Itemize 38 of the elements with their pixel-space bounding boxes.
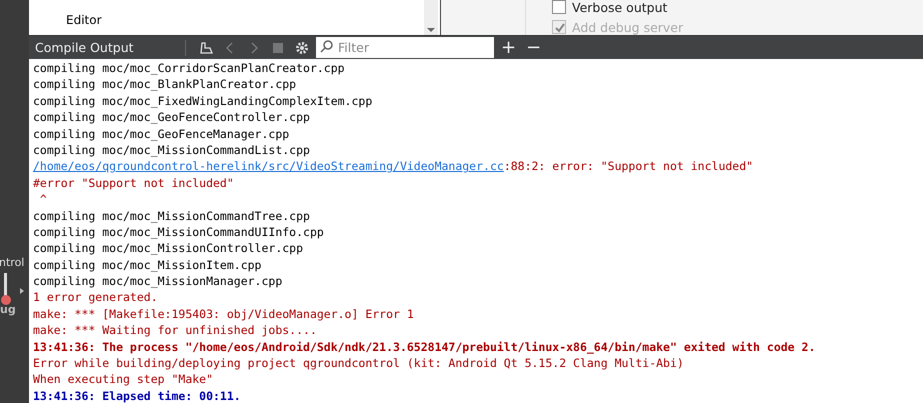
output-line: #error "Support not included" [33,174,235,192]
output-line: 13:41:36: Elapsed time: 00:11. [33,388,242,403]
output-line: compiling moc/moc_CorridorScanPlanCreator.cpp [33,60,346,76]
output-line: make: *** [Makefile:195403: obj/VideoManager.o] Error 1 [33,306,415,322]
panel-label: ntrol [0,256,26,269]
output-line: compiling moc/moc_BlankPlanCreator.cpp [33,76,298,93]
toolbar-button[interactable]: − [523,38,544,56]
output-line: compiling moc/moc_GeoFenceManager.cpp [33,126,290,142]
output-line: compiling moc/moc_MissionManager.cpp [33,273,284,290]
output-line: compiling moc/moc_MissionCommandTree.cpp [33,208,311,224]
output-line: When executing step "Make" [33,371,214,388]
pane-title: Compile Output [34,40,135,55]
output-line: compiling moc/moc_GeoFenceController.cpp [33,109,311,126]
output-line: make: *** Waiting for unfinished jobs.... [33,322,318,339]
toolbar-button[interactable]: + [498,38,520,56]
option-label: Verbose output [572,0,668,14]
option-label: Add debug server [572,20,684,34]
output-line: compiling moc/moc_MissionCommandUIInfo.cpp [33,224,325,240]
tree-item[interactable]: Editor [66,13,102,27]
search-icon [319,39,335,55]
settings-icon[interactable] [294,40,310,56]
output-line: Error while building/deploying project qgroundcontrol (kit: Android Qt 5.15.2 Clang Multi-Abi) [33,355,685,372]
clear-icon[interactable] [198,40,214,56]
scroll-down-icon[interactable] [426,27,436,33]
output-line: compiling moc/moc_MissionItem.cpp [33,256,262,274]
panel-label: ug [0,303,17,316]
output-line: compiling moc/moc_FixedWingLandingComplexItem.cpp [33,92,374,110]
filter-field[interactable]: Filter [316,37,494,58]
output-line: compiling moc/moc_MissionController.cpp [33,240,304,257]
output-line: /home/eos/qgroundcontrol-herelink/src/VideoStreaming/VideoManager.cc:88:2: error: "Support not included" [33,158,754,175]
file-link[interactable]: /home/eos/qgroundcontrol-herelink/src/VideoStreaming/VideoManager.cc [33,159,504,174]
output-line: compiling moc/moc_MissionCommandList.cpp [33,142,311,158]
output-line: 1 error generated. [33,289,159,306]
slider-icon [0,273,26,307]
scrollbar[interactable] [424,0,438,35]
output-line: 13:41:36: The process "/home/eos/Android/Sdk/ndk/21.3.6528147/prebuilt/linux-x86_64/bin/make" exited with code 2. [33,338,816,356]
checkbox[interactable] [552,0,566,14]
output-line: ^ [38,191,48,208]
